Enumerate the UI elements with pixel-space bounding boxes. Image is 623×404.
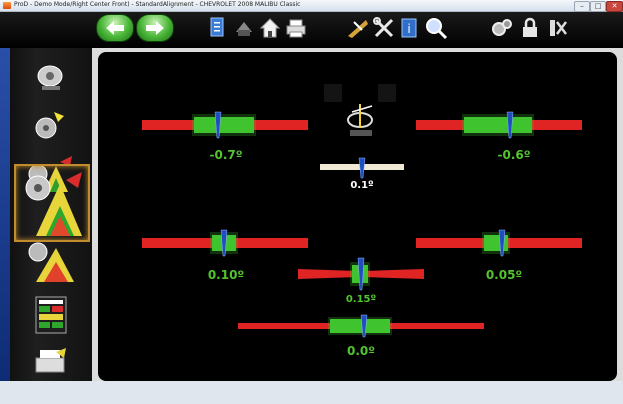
steering-wheel-icon xyxy=(324,84,396,136)
caster-swing-icon xyxy=(35,112,64,139)
sidebar-item-print[interactable] xyxy=(20,348,80,404)
measure-button[interactable] xyxy=(346,16,370,40)
title-bar: ProD - Demo Mode/Right Center Front) - S… xyxy=(0,0,623,12)
info-icon: i xyxy=(401,18,417,38)
settings-gears-icon xyxy=(492,19,512,36)
total-toe-reading: 0.15º xyxy=(345,294,377,305)
home-button[interactable] xyxy=(258,16,282,40)
svg-text:i: i xyxy=(407,22,410,36)
center-top-reading: 0.1º xyxy=(350,180,374,191)
tool-print-button[interactable] xyxy=(232,16,256,40)
tools-button[interactable] xyxy=(372,16,396,40)
main-area: -0.7º -0.6º 0.1º 0.10º 0.05º 0.15º 0.0º xyxy=(92,48,623,381)
measure-icon xyxy=(348,20,368,38)
maximize-button[interactable]: □ xyxy=(590,1,606,12)
total-toe-gauge xyxy=(298,257,424,291)
sidebar-item-front[interactable] xyxy=(14,164,90,242)
zoom-button[interactable] xyxy=(424,16,448,40)
back-button[interactable] xyxy=(96,14,134,42)
front-alignment-icon xyxy=(25,172,82,236)
right-toe-gauge xyxy=(416,229,582,257)
sidebar-item-front-adjust[interactable] xyxy=(20,238,80,294)
sidebar-scrollbar[interactable] xyxy=(0,48,10,381)
toolbar: i xyxy=(0,12,623,48)
right-camber-reading: -0.6º xyxy=(497,148,531,162)
sidebar-item-report[interactable] xyxy=(20,293,80,349)
tools-icon xyxy=(373,17,394,38)
alignment-tool-button[interactable] xyxy=(546,16,570,40)
forward-button[interactable] xyxy=(136,14,174,42)
alignment-panel: -0.7º -0.6º 0.1º 0.10º 0.05º 0.15º 0.0º xyxy=(98,52,617,381)
vehicle-specs-button[interactable] xyxy=(206,16,230,40)
printer-button[interactable] xyxy=(284,16,308,40)
tool-separator xyxy=(572,16,596,40)
right-toe-reading: 0.05º xyxy=(485,268,523,282)
vehicle-specs-icon xyxy=(210,17,224,37)
forward-arrow-icon xyxy=(146,21,164,35)
left-toe-reading: 0.10º xyxy=(207,268,245,282)
report-summary-icon xyxy=(35,296,67,334)
close-button[interactable]: ✕ xyxy=(606,1,623,12)
lock-button[interactable] xyxy=(518,16,542,40)
alignment-tool-icon xyxy=(550,20,567,36)
settings-button[interactable] xyxy=(490,16,514,40)
lock-icon xyxy=(523,17,537,37)
left-camber-reading: -0.7º xyxy=(209,148,243,162)
print-report-icon xyxy=(35,348,66,373)
front-adjust-icon xyxy=(28,242,74,282)
printer-icon xyxy=(286,19,306,38)
wheel-runout-icon xyxy=(37,65,63,90)
back-arrow-icon xyxy=(106,21,124,35)
info-button[interactable]: i xyxy=(398,16,422,40)
home-icon xyxy=(259,18,281,38)
minimize-button[interactable]: – xyxy=(574,1,590,12)
left-toe-gauge xyxy=(142,229,308,257)
sidebar xyxy=(0,48,92,381)
left-camber-gauge xyxy=(142,111,308,139)
bottom-reading: 0.0º xyxy=(346,344,376,358)
window-title: ProD - Demo Mode/Right Center Front) - S… xyxy=(14,1,301,8)
bottom-gauge xyxy=(238,314,484,338)
print-icon xyxy=(236,22,252,36)
app-icon xyxy=(3,2,11,9)
right-camber-gauge xyxy=(416,111,582,139)
sidebar-item-caster[interactable] xyxy=(20,102,80,158)
zoom-icon xyxy=(426,18,448,40)
center-top-gauge xyxy=(320,157,404,179)
sidebar-item-runout[interactable] xyxy=(20,52,80,108)
